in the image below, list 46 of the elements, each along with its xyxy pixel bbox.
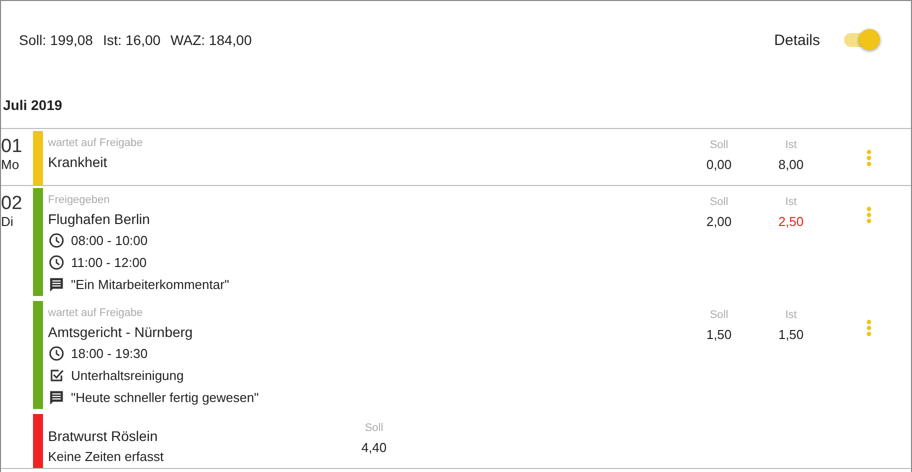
summary-value: Ist: 16,00 bbox=[102, 32, 161, 48]
column-label: Ist bbox=[785, 139, 797, 152]
ist-value: 8,00 bbox=[778, 157, 804, 172]
entry-title[interactable]: Bratwurst Röslein bbox=[48, 428, 338, 444]
weekday: Mo bbox=[1, 157, 20, 173]
column-label: Soll bbox=[364, 422, 384, 435]
detail-text: Unterhaltsreinigung bbox=[71, 368, 184, 383]
details-label: Details bbox=[774, 32, 820, 48]
ist-value: 2,50 bbox=[778, 214, 804, 229]
column-label: Soll bbox=[710, 309, 728, 322]
summary-value: WAZ: 184,00 bbox=[170, 32, 252, 48]
detail-text: 08:00 - 10:00 bbox=[71, 233, 148, 248]
detail-text: "Heute schneller fertig gewesen" bbox=[71, 390, 259, 405]
comment-icon bbox=[48, 389, 65, 406]
weekday: Di bbox=[1, 214, 14, 230]
entry-title[interactable]: Amtsgericht - Nürnberg bbox=[48, 324, 683, 340]
entry-title[interactable]: Krankheit bbox=[48, 154, 683, 170]
soll-value: 1,50 bbox=[706, 327, 732, 342]
detail-text: 18:00 - 19:30 bbox=[71, 346, 148, 361]
summary-value: Soll: 199,08 bbox=[19, 32, 93, 48]
clock-icon bbox=[48, 232, 65, 249]
day-number: 01 bbox=[1, 137, 24, 157]
soll-value: 0,00 bbox=[706, 157, 732, 172]
more-menu-icon[interactable] bbox=[866, 206, 872, 224]
column-label: Ist bbox=[785, 196, 797, 209]
ist-value: 1,50 bbox=[778, 327, 804, 342]
day-number: 02 bbox=[1, 194, 24, 214]
column-label: Soll bbox=[710, 196, 728, 209]
column-label: Soll bbox=[710, 139, 728, 152]
checkbox-icon bbox=[48, 367, 65, 384]
status-text: wartet auf Freigabe bbox=[48, 307, 144, 320]
entry-note: Keine Zeiten erfasst bbox=[48, 449, 165, 464]
detail-text: 11:00 - 12:00 bbox=[71, 255, 147, 270]
more-menu-icon[interactable] bbox=[866, 149, 872, 167]
clock-icon bbox=[48, 345, 65, 362]
detail-text: "Ein Mitarbeiterkommentar" bbox=[71, 277, 230, 292]
status-text: wartet auf Freigabe bbox=[48, 137, 144, 150]
status-text: Freigegeben bbox=[48, 194, 111, 207]
month-heading: Juli 2019 bbox=[1, 79, 911, 129]
clock-icon bbox=[48, 254, 65, 271]
column-label: Ist bbox=[785, 309, 797, 322]
soll-value: 4,40 bbox=[361, 440, 387, 455]
entry-title[interactable]: Flughafen Berlin bbox=[48, 211, 683, 227]
more-menu-icon[interactable] bbox=[866, 319, 872, 337]
comment-icon bbox=[48, 276, 65, 293]
soll-value: 2,00 bbox=[706, 214, 732, 229]
